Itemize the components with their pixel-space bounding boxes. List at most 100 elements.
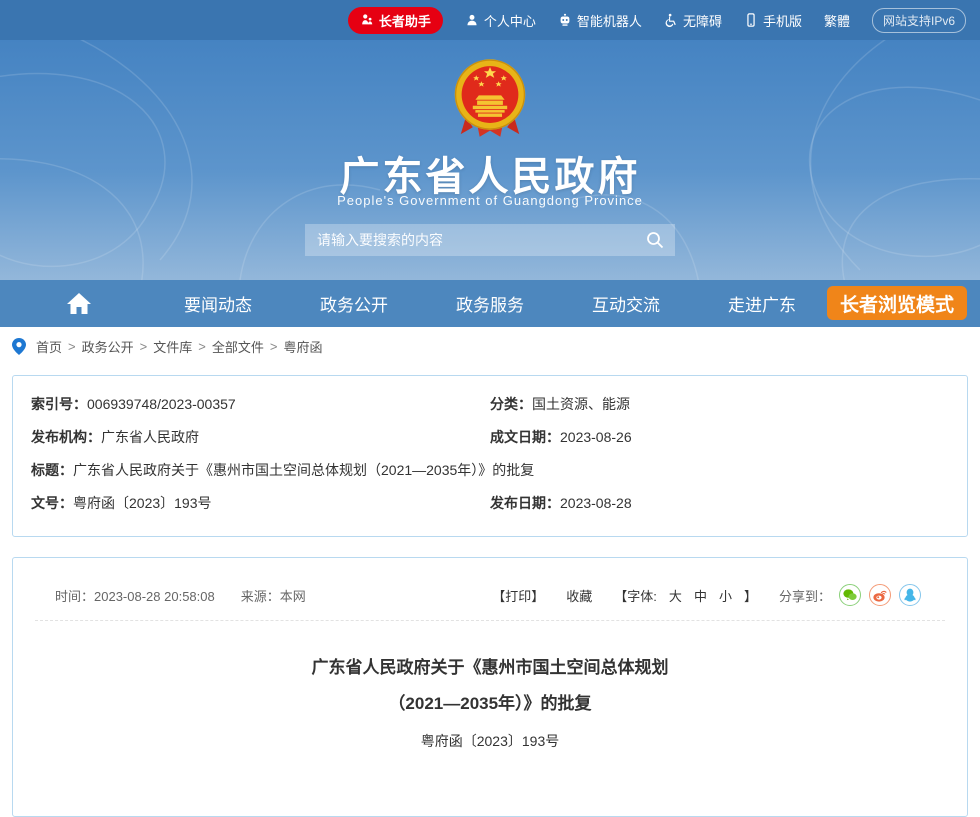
info-row: 文号： 粤府函〔2023〕193号 发布日期： 2023-08-28 (31, 496, 949, 511)
mobile-version-link[interactable]: 手机版 (744, 11, 802, 30)
info-category-label: 分类： (490, 397, 532, 412)
article-box: 时间：2023-08-28 20:58:08 来源：本网 【打印】 收藏 【字体… (12, 557, 968, 817)
font-size-suffix: 】 (744, 586, 757, 605)
info-pub-date-label: 发布日期： (490, 496, 560, 511)
breadcrumb: 首页 > 政务公开 > 文件库 > 全部文件 > 粤府函 (12, 337, 322, 356)
font-size-large-button[interactable]: 大 (669, 586, 682, 605)
nav-items: 要闻动态 政务公开 政务服务 互动交流 走进广东 (150, 280, 830, 327)
print-button[interactable]: 【打印】 (492, 586, 544, 605)
font-size-small-button[interactable]: 小 (719, 586, 732, 605)
qq-icon (904, 588, 916, 602)
info-doc-number: 文号： 粤府函〔2023〕193号 (31, 496, 490, 511)
info-row: 发布机构： 广东省人民政府 成文日期： 2023-08-26 (31, 430, 949, 445)
search-bar (305, 224, 675, 256)
accessibility-link[interactable]: 无障碍 (664, 11, 722, 30)
personal-center-label: 个人中心 (484, 11, 536, 30)
ipv6-label: 网站支持IPv6 (883, 14, 955, 28)
share-wechat-button[interactable] (839, 584, 861, 606)
personal-center-link[interactable]: 个人中心 (465, 11, 536, 30)
top-utility-bar: 长者助手 个人中心 智能机器人 无障碍 手机版 繁體 网站支持IPv6 (0, 0, 980, 40)
wheelchair-icon (664, 13, 678, 27)
breadcrumb-gov-open[interactable]: 政务公开 (82, 337, 134, 356)
traditional-chinese-link[interactable]: 繁體 (824, 11, 850, 30)
info-index-number: 索引号： 006939748/2023-00357 (31, 397, 490, 412)
info-title-label: 标题： (31, 463, 73, 478)
location-pin-icon (12, 338, 26, 355)
share-qq-button[interactable] (899, 584, 921, 606)
traditional-chinese-label: 繁體 (824, 11, 850, 30)
info-category-value: 国土资源、能源 (532, 397, 630, 412)
wechat-icon (843, 589, 857, 601)
elder-mode-button[interactable]: 长者浏览模式 (827, 286, 967, 320)
smart-robot-link[interactable]: 智能机器人 (558, 11, 642, 30)
nav-item-about-guangdong[interactable]: 走进广东 (694, 280, 830, 327)
article-time: 时间：2023-08-28 20:58:08 (55, 586, 215, 605)
info-doc-number-value: 粤府函〔2023〕193号 (73, 496, 212, 511)
breadcrumb-file-library[interactable]: 文件库 (153, 337, 192, 356)
search-input[interactable] (317, 232, 645, 248)
elder-helper-button[interactable]: 长者助手 (348, 7, 443, 34)
elder-helper-label: 长者助手 (379, 11, 431, 30)
info-written-date: 成文日期： 2023-08-26 (490, 430, 949, 445)
info-written-date-label: 成文日期： (490, 430, 560, 445)
breadcrumb-separator: > (140, 339, 148, 354)
font-size-prefix: 【字体: (614, 586, 657, 605)
share-weibo-button[interactable] (869, 584, 891, 606)
weibo-icon (873, 589, 887, 602)
article-meta-row: 时间：2023-08-28 20:58:08 来源：本网 【打印】 收藏 【字体… (13, 558, 967, 620)
info-index-value: 006939748/2023-00357 (87, 397, 236, 412)
breadcrumb-home[interactable]: 首页 (36, 337, 62, 356)
article-title: 广东省人民政府关于《惠州市国土空间总体规划 （2021—2035年）》的批复 (13, 659, 967, 712)
national-emblem (447, 54, 533, 142)
breadcrumb-separator: > (270, 339, 278, 354)
info-row: 标题： 广东省人民政府关于《惠州市国土空间总体规划（2021—2035年）》的批… (31, 463, 949, 478)
article-doc-number: 粤府函〔2023〕193号 (13, 731, 967, 751)
elder-helper-icon (360, 13, 374, 27)
info-category: 分类： 国土资源、能源 (490, 397, 949, 412)
nav-item-gov-service[interactable]: 政务服务 (422, 280, 558, 327)
smart-robot-label: 智能机器人 (577, 11, 642, 30)
article-time-label: 时间： (55, 589, 94, 604)
mobile-version-label: 手机版 (763, 11, 802, 30)
font-size-medium-button[interactable]: 中 (694, 586, 707, 605)
search-icon[interactable] (645, 230, 665, 250)
article-meta-right: 【打印】 收藏 【字体: 大 中 小 】 分享到： (492, 584, 921, 606)
breadcrumb-separator: > (198, 339, 206, 354)
article-title-line1: 广东省人民政府关于《惠州市国土空间总体规划 (13, 659, 967, 676)
article-source: 来源：本网 (241, 586, 306, 605)
nav-item-news[interactable]: 要闻动态 (150, 280, 286, 327)
site-subtitle: People's Government of Guangdong Provinc… (0, 193, 980, 208)
info-doc-number-label: 文号： (31, 496, 73, 511)
breadcrumb-separator: > (68, 339, 76, 354)
meta-divider (35, 620, 945, 621)
breadcrumb-yuefuhan[interactable]: 粤府函 (283, 337, 322, 356)
site-header: 广东省人民政府 People's Government of Guangdong… (0, 40, 980, 280)
info-issuer: 发布机构： 广东省人民政府 (31, 430, 490, 445)
font-size-controls: 【字体: 大 中 小 】 (614, 586, 757, 605)
home-icon[interactable] (66, 292, 92, 315)
info-pub-date-value: 2023-08-28 (560, 496, 632, 511)
info-title-value: 广东省人民政府关于《惠州市国土空间总体规划（2021—2035年）》的批复 (73, 463, 534, 478)
article-title-line2: （2021—2035年）》的批复 (13, 695, 967, 712)
share-group: 分享到： (779, 584, 921, 606)
user-icon (465, 13, 479, 27)
info-written-date-value: 2023-08-26 (560, 430, 632, 445)
article-time-value: 2023-08-28 20:58:08 (94, 589, 215, 604)
robot-icon (558, 13, 572, 27)
share-label: 分享到： (779, 586, 831, 605)
nav-item-interaction[interactable]: 互动交流 (558, 280, 694, 327)
accessibility-label: 无障碍 (683, 11, 722, 30)
main-nav: 要闻动态 政务公开 政务服务 互动交流 走进广东 长者浏览模式 (0, 280, 980, 327)
info-title: 标题： 广东省人民政府关于《惠州市国土空间总体规划（2021—2035年）》的批… (31, 463, 949, 478)
article-meta-left: 时间：2023-08-28 20:58:08 来源：本网 (55, 586, 306, 605)
phone-icon (744, 13, 758, 27)
nav-item-gov-open[interactable]: 政务公开 (286, 280, 422, 327)
info-index-label: 索引号： (31, 397, 87, 412)
ipv6-badge: 网站支持IPv6 (872, 8, 966, 33)
favorite-button[interactable]: 收藏 (566, 586, 592, 605)
breadcrumb-all-files[interactable]: 全部文件 (212, 337, 264, 356)
info-pub-date: 发布日期： 2023-08-28 (490, 496, 949, 511)
info-row: 索引号： 006939748/2023-00357 分类： 国土资源、能源 (31, 397, 949, 412)
article-source-label: 来源： (241, 589, 280, 604)
info-issuer-label: 发布机构： (31, 430, 101, 445)
